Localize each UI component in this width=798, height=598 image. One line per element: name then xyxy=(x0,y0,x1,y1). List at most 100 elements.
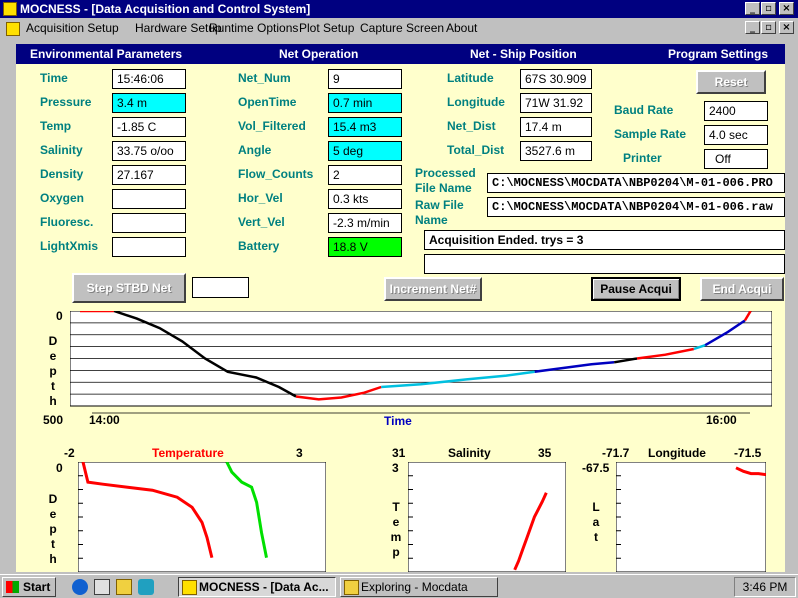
net-label-1: OpenTime xyxy=(238,95,297,109)
depth-axis-label: Depth xyxy=(47,334,59,409)
sample-rate-label: Sample Rate xyxy=(614,127,687,141)
temp-plot-ytick: 0 xyxy=(56,461,63,475)
env-field-0[interactable]: 15:46:06 xyxy=(112,69,186,89)
explorer-folder-icon xyxy=(344,580,359,595)
task-mocness[interactable]: MOCNESS - [Data Ac... xyxy=(178,577,336,597)
axis-letter: e xyxy=(49,507,57,521)
axis-letter: e xyxy=(49,349,57,363)
position-label-0: Latitude xyxy=(447,71,494,85)
task-exploring[interactable]: Exploring - Mocdata xyxy=(340,577,498,597)
child-minimize-icon[interactable]: _ xyxy=(745,21,760,34)
temp-plot-xmin: -2 xyxy=(64,446,75,460)
menu-bar: Acquisition Setup Hardware Setup Runtime… xyxy=(0,18,798,38)
env-label-2: Temp xyxy=(40,119,72,133)
sal-plot-title: Salinity xyxy=(448,446,491,460)
internet-explorer-icon[interactable] xyxy=(72,579,88,595)
printer-field[interactable]: Off xyxy=(704,149,768,169)
net-field-2[interactable]: 15.4 m3 xyxy=(328,117,402,137)
position-field-1[interactable]: 71W 31.92 xyxy=(520,93,592,113)
net-field-4[interactable]: 2 xyxy=(328,165,402,185)
net-field-6[interactable]: -2.3 m/min xyxy=(328,213,402,233)
reset-button[interactable]: Reset xyxy=(696,70,766,94)
raw-file-label-1: Raw File xyxy=(415,198,464,212)
app-icon[interactable] xyxy=(3,2,17,16)
minimize-icon[interactable]: _ xyxy=(745,2,760,15)
net-field-1[interactable]: 0.7 min xyxy=(328,93,402,113)
processed-file-label-1: Processed xyxy=(415,166,476,180)
menu-about[interactable]: About xyxy=(446,21,477,35)
folder-icon[interactable] xyxy=(116,579,132,595)
longitude-plot xyxy=(616,462,766,572)
env-field-6[interactable] xyxy=(112,213,186,233)
lon-plot-title: Longitude xyxy=(648,446,706,460)
baud-rate-field[interactable]: 2400 xyxy=(704,101,768,121)
sal-plot-xmax: 35 xyxy=(538,446,552,460)
taskbar: Start MOCNESS - [Data Ac... Exploring - … xyxy=(0,574,798,598)
section-net-operation: Net Operation xyxy=(279,47,359,61)
position-label-2: Net_Dist xyxy=(447,119,496,133)
child-restore-icon[interactable]: ▫ xyxy=(761,21,776,34)
position-field-3[interactable]: 3527.6 m xyxy=(520,141,592,161)
axis-letter: a xyxy=(592,515,600,529)
pause-acqui-button[interactable]: Pause Acqui xyxy=(591,277,681,301)
net-label-7: Battery xyxy=(238,239,280,253)
depth-axis-top-tick: 0 xyxy=(56,309,63,323)
net-field-5[interactable]: 0.3 kts xyxy=(328,189,402,209)
env-label-4: Density xyxy=(40,167,84,181)
data-panel: Time 15:46:06 Pressure 3.4 m Temp -1.85 C Sali… xyxy=(16,64,785,304)
env-field-7[interactable] xyxy=(112,237,186,257)
position-field-0[interactable]: 67S 30.909 xyxy=(520,69,592,89)
net-label-2: Vol_Filtered xyxy=(238,119,306,133)
menu-plot-setup[interactable]: Plot Setup xyxy=(299,21,354,35)
env-label-3: Salinity xyxy=(40,143,83,157)
env-label-6: Fluoresc. xyxy=(40,215,94,229)
desktop-icon[interactable] xyxy=(94,579,110,595)
end-acqui-button[interactable]: End Acqui xyxy=(700,277,784,301)
increment-net-button[interactable]: Increment Net# xyxy=(384,277,482,301)
env-field-3[interactable]: 33.75 o/oo xyxy=(112,141,186,161)
raw-file-field[interactable]: C:\MOCNESS\MOCDATA\NBP0204\M-01-006.raw xyxy=(487,197,785,217)
menu-runtime-options[interactable]: Runtime Options xyxy=(209,21,298,35)
temp-plot-title: Temperature xyxy=(152,446,224,460)
step-stbd-net-button[interactable]: Step STBD Net xyxy=(72,273,186,303)
env-field-1[interactable]: 3.4 m xyxy=(112,93,186,113)
env-field-4[interactable]: 27.167 xyxy=(112,165,186,185)
sal-plot-xmin: 31 xyxy=(392,446,406,460)
child-close-icon[interactable]: × xyxy=(779,21,794,34)
depth-axis-bottom-tick: 500 xyxy=(43,413,64,427)
axis-letter: t xyxy=(594,530,598,544)
env-field-5[interactable] xyxy=(112,189,186,209)
net-label-3: Angle xyxy=(238,143,272,157)
net-label-5: Hor_Vel xyxy=(238,191,283,205)
position-label-1: Longitude xyxy=(447,95,505,109)
close-icon[interactable]: × xyxy=(779,2,794,15)
processed-file-label-2: File Name xyxy=(415,181,472,195)
start-button[interactable]: Start xyxy=(2,577,56,597)
network-icon[interactable] xyxy=(138,579,154,595)
task-mocness-label: MOCNESS - [Data Ac... xyxy=(199,580,329,594)
document-icon[interactable] xyxy=(6,22,20,36)
net-field-3[interactable]: 5 deg xyxy=(328,141,402,161)
net-field-0[interactable]: 9 xyxy=(328,69,402,89)
env-label-1: Pressure xyxy=(40,95,92,109)
sample-rate-field[interactable]: 4.0 sec xyxy=(704,125,768,145)
position-label-3: Total_Dist xyxy=(447,143,505,157)
env-field-2[interactable]: -1.85 C xyxy=(112,117,186,137)
env-label-0: Time xyxy=(40,71,68,85)
processed-file-field[interactable]: C:\MOCNESS\MOCDATA\NBP0204\M-01-006.PRO xyxy=(487,173,785,193)
step-net-field[interactable] xyxy=(192,277,249,298)
net-field-7[interactable]: 18.8 V xyxy=(328,237,402,257)
salinity-plot xyxy=(408,462,566,572)
chart-area: 0 500 Depth 14:00 16:00 Time -2 Temperat… xyxy=(16,304,785,572)
menu-acquisition-setup[interactable]: Acquisition Setup xyxy=(26,21,119,35)
status-message: Acquisition Ended. trys = 3 xyxy=(424,230,785,250)
position-field-2[interactable]: 17.4 m xyxy=(520,117,592,137)
status-message-2 xyxy=(424,254,785,274)
axis-letter: t xyxy=(51,537,55,551)
menu-capture-screen[interactable]: Capture Screen xyxy=(360,21,444,35)
lon-plot-ytick: -67.5 xyxy=(582,461,610,475)
restore-icon[interactable]: ▫ xyxy=(761,2,776,15)
temp-plot-xmax: 3 xyxy=(296,446,303,460)
axis-letter: L xyxy=(592,500,600,514)
temperature-plot xyxy=(78,462,326,572)
